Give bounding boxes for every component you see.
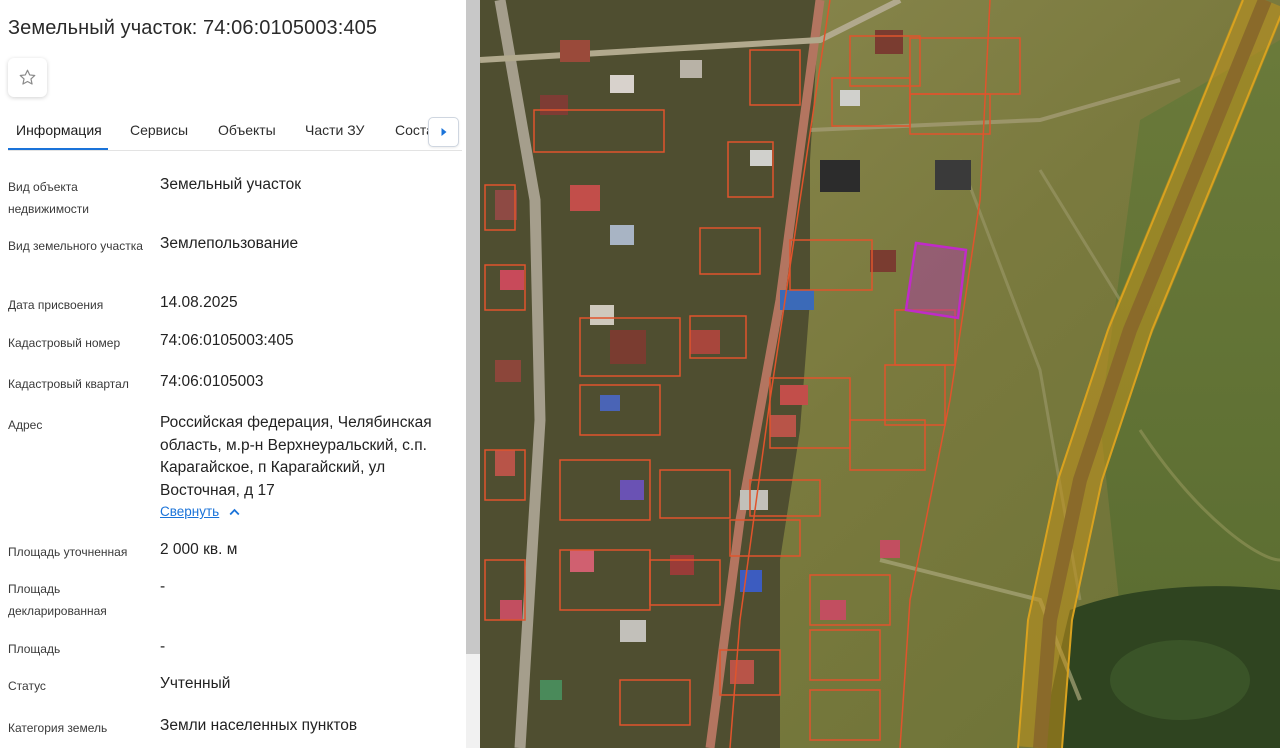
page-title: Земельный участок: 74:06:0105003:405 bbox=[8, 17, 378, 39]
label-cadastral-number: Кадастровый номер bbox=[8, 336, 121, 350]
value-assign-date: 14.08.2025 bbox=[160, 294, 238, 311]
value-area-declared: - bbox=[160, 578, 166, 595]
tab-objects[interactable]: Объекты bbox=[218, 122, 276, 138]
tab-plot-parts[interactable]: Части ЗУ bbox=[305, 122, 364, 138]
value-status: Учтенный bbox=[160, 675, 231, 692]
chevron-right-icon bbox=[441, 128, 446, 136]
label-status: Статус bbox=[8, 679, 46, 693]
value-plot-type: Землепользование bbox=[160, 235, 299, 252]
chevron-up-icon bbox=[229, 508, 240, 515]
collapse-address-link[interactable]: Свернуть bbox=[160, 504, 240, 519]
label-assign-date: Дата присвоения bbox=[8, 298, 104, 312]
tabs-scroll-right-button[interactable] bbox=[428, 117, 459, 147]
value-land-category: Земли населенных пунктов bbox=[160, 717, 358, 734]
label-area-declared: Площадь декларированная bbox=[8, 582, 107, 618]
label-land-category: Категория земель bbox=[8, 721, 108, 735]
value-area-specified: 2 000 кв. м bbox=[160, 541, 238, 558]
value-cadastral-quarter: 74:06:0105003 bbox=[160, 373, 264, 390]
info-panel: Земельный участок: 74:06:0105003:405 Инф… bbox=[0, 0, 466, 748]
active-tab-indicator bbox=[8, 148, 108, 150]
panel-scrollbar-thumb[interactable] bbox=[466, 0, 480, 654]
label-area: Площадь bbox=[8, 642, 61, 656]
tab-bar: Информация Сервисы Объекты Части ЗУ Сост… bbox=[8, 110, 462, 151]
label-plot-type: Вид земельного участка bbox=[8, 239, 143, 253]
selected-parcel[interactable] bbox=[904, 241, 968, 320]
label-address: Адрес bbox=[8, 418, 43, 432]
favorite-button[interactable] bbox=[8, 58, 47, 97]
satellite-map[interactable] bbox=[480, 0, 1280, 748]
value-object-type: Земельный участок bbox=[160, 176, 302, 193]
value-address: Российская федерация, Челябинская област… bbox=[160, 414, 432, 499]
value-cadastral-number: 74:06:0105003:405 bbox=[160, 332, 294, 349]
tab-information[interactable]: Информация bbox=[16, 122, 102, 138]
tab-services[interactable]: Сервисы bbox=[130, 122, 188, 138]
label-object-type: Вид объекта недвижимости bbox=[8, 180, 89, 216]
label-area-specified: Площадь уточненная bbox=[8, 545, 128, 559]
star-icon bbox=[19, 69, 36, 85]
forest-patch bbox=[1110, 640, 1250, 720]
label-cadastral-quarter: Кадастровый квартал bbox=[8, 377, 129, 391]
value-area: - bbox=[160, 638, 166, 655]
map-canvas[interactable] bbox=[480, 0, 1280, 748]
collapse-link-label: Свернуть bbox=[160, 504, 220, 519]
